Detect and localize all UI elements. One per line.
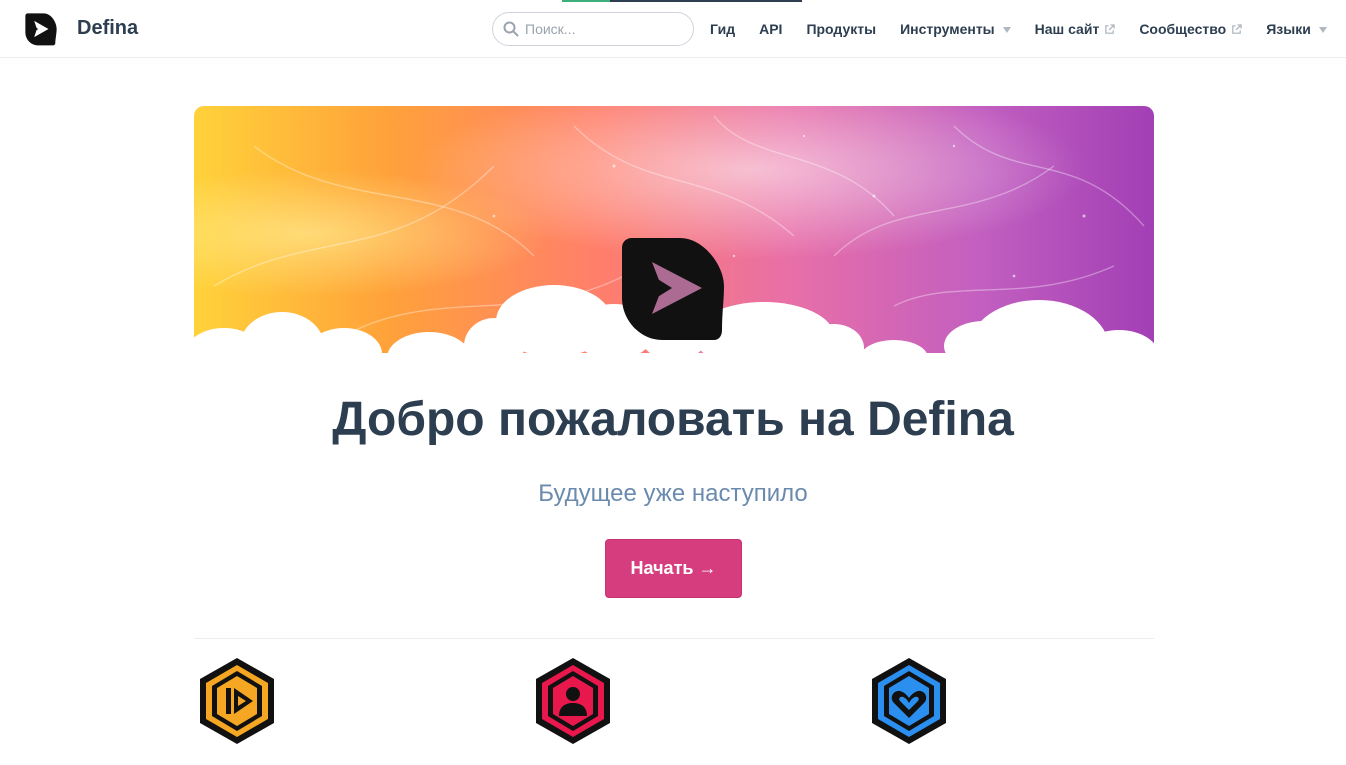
divider xyxy=(194,638,1154,639)
defina-hero-logo-icon xyxy=(622,238,724,340)
site-title: Defina xyxy=(77,17,139,39)
nav-community-label: Сообщество xyxy=(1139,21,1227,37)
nav-tools-label: Инструменты xyxy=(900,21,995,37)
external-link-icon xyxy=(1232,23,1242,34)
nav-guide[interactable]: Гид xyxy=(710,21,735,37)
search-input[interactable] xyxy=(525,21,685,37)
hero-subtitle: Будущее уже наступило xyxy=(538,480,808,507)
nav-languages-dropdown[interactable]: Языки xyxy=(1266,21,1327,37)
heart-hexagon-icon xyxy=(872,658,946,744)
nav-api[interactable]: API xyxy=(759,21,782,37)
chevron-down-icon xyxy=(1318,27,1327,33)
search-icon xyxy=(503,21,519,37)
navbar: Defina Гид API Продукты Инструменты Наш … xyxy=(0,0,1346,58)
nav-our-site[interactable]: Наш сайт xyxy=(1035,21,1116,37)
user-hexagon-icon xyxy=(536,658,610,744)
nav-community[interactable]: Сообщество xyxy=(1139,21,1242,37)
nav-languages-label: Языки xyxy=(1266,21,1311,37)
defina-logo-icon xyxy=(25,12,57,45)
nav-tools-dropdown[interactable]: Инструменты xyxy=(900,21,1011,37)
external-link-icon xyxy=(1105,23,1115,34)
nav-products[interactable]: Продукты xyxy=(806,21,876,37)
search-box[interactable] xyxy=(492,12,694,46)
nav-links: Гид API Продукты Инструменты Наш сайт Со… xyxy=(710,0,1327,58)
hero-title: Добро пожаловать на Defina xyxy=(332,393,1014,446)
nav-our-site-label: Наш сайт xyxy=(1034,21,1100,37)
play-hexagon-icon xyxy=(200,658,274,744)
nav-products-label: Продукты xyxy=(806,21,877,37)
chevron-down-icon xyxy=(1002,27,1011,33)
brand-home-link[interactable]: Defina xyxy=(24,12,138,46)
get-started-button[interactable]: Начать → xyxy=(605,539,742,598)
nav-guide-label: Гид xyxy=(710,21,736,37)
nav-api-label: API xyxy=(759,21,783,37)
